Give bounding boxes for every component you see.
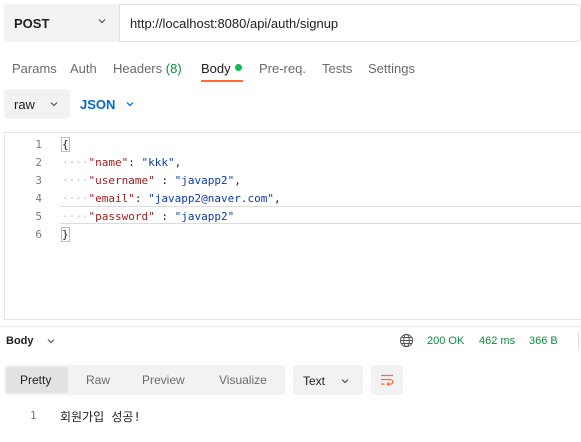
tab-params[interactable]: Params [12,61,57,76]
view-tab-pretty[interactable]: Pretty [20,373,51,387]
code-line: ····"username" : "javapp2", [62,174,241,187]
chevron-down-icon [47,339,55,344]
line-number: 1 [35,138,42,151]
tab-settings[interactable]: Settings [368,61,415,76]
response-body-text: 회원가입 성공! [60,410,141,424]
tab-headers[interactable]: Headers (8) [113,61,182,76]
line-number: 4 [35,192,42,205]
status-code[interactable]: 200 OK [427,335,464,347]
indent-dots: ···· [62,192,89,205]
body-type-label: raw [14,97,35,112]
method-label: POST [14,16,50,31]
wrap-lines-icon [381,374,394,387]
code-line: ····"email": "javapp2@naver.com", [62,192,281,205]
line-number: 2 [35,156,42,169]
line-number: 5 [35,210,42,223]
body-format-select[interactable]: JSON [80,97,115,112]
tab-prereq[interactable]: Pre-req. [259,61,306,76]
chevron-down-icon [98,19,106,24]
indent-dots: ···· [62,174,89,187]
chevron-down-icon [50,102,58,107]
response-line-number: 1 [30,409,37,422]
tab-headers-label: Headers [113,61,163,76]
code-close-brace: } [61,227,70,242]
response-divider [0,326,581,327]
json-value: "javapp2" [174,210,235,223]
globe-icon[interactable] [399,333,414,348]
view-tab-preview[interactable]: Preview [142,373,185,387]
response-size[interactable]: 366 B [529,335,558,347]
json-separator: : [154,210,175,223]
line-number: 6 [35,228,42,241]
json-comma: , [174,156,182,169]
json-comma: , [273,192,281,205]
headers-count: (8) [165,61,182,76]
json-key: "password" [88,210,155,223]
chevron-down-icon [341,379,349,384]
indent-dots: ···· [62,210,89,223]
json-value: "javapp2@naver.com" [148,192,274,205]
response-format-label: Text [303,374,326,388]
view-tab-visualize[interactable]: Visualize [219,373,267,387]
view-tab-raw[interactable]: Raw [86,373,110,387]
indent-dots: ···· [62,156,89,169]
json-key: "username" [88,174,155,187]
json-value: "kkk" [141,156,175,169]
json-value: "javapp2" [174,174,235,187]
body-indicator-dot [235,64,242,71]
json-separator: : [134,192,149,205]
json-key: "name" [88,156,129,169]
code-open-brace: { [61,137,70,152]
tab-tests[interactable]: Tests [322,61,352,76]
line-number: 3 [35,174,42,187]
tab-auth[interactable]: Auth [70,61,97,76]
json-separator: : [128,156,142,169]
code-line: ····"password" : "javapp2" [62,210,234,223]
response-section-select[interactable]: Body [6,335,34,347]
response-time[interactable]: 462 ms [479,335,515,347]
code-line: ····"name": "kkk", [62,156,181,169]
active-tab-underline [201,80,243,82]
json-comma: , [234,174,241,187]
url-input[interactable]: http://localhost:8080/api/auth/signup [130,16,338,31]
tab-body[interactable]: Body [201,61,231,76]
divider [578,332,579,350]
json-key: "email" [88,192,135,205]
json-separator: : [154,174,175,187]
chevron-down-icon [126,102,134,107]
